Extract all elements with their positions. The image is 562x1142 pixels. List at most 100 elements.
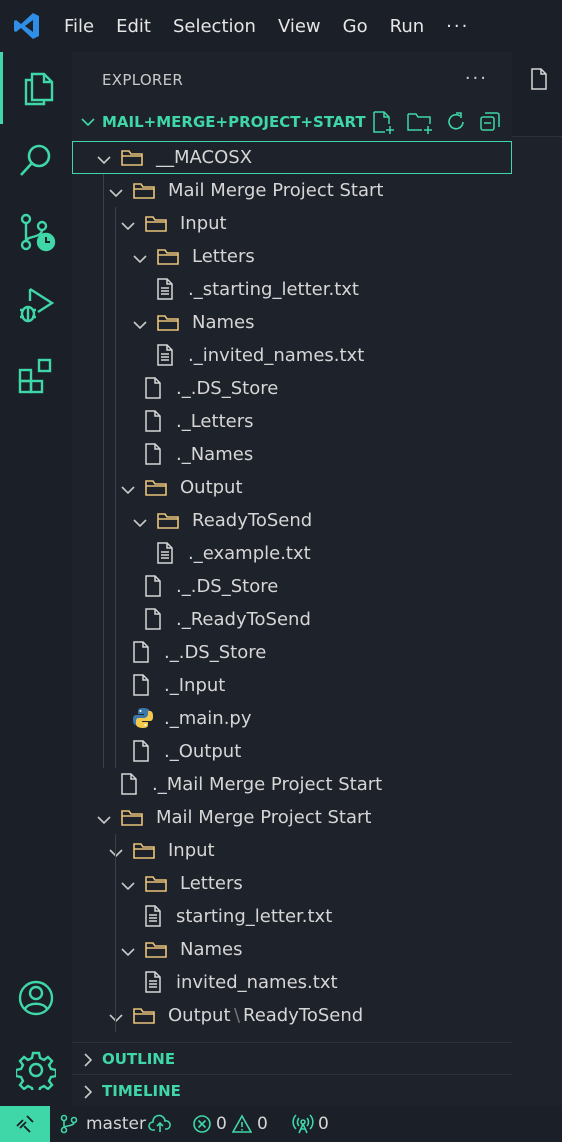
chevron-down-icon[interactable] bbox=[132, 250, 148, 271]
folder-open-icon bbox=[144, 938, 168, 965]
folder-open-icon bbox=[144, 476, 168, 503]
tree-folder-output[interactable]: Output \ ReadyToSend bbox=[72, 999, 512, 1032]
manage-button[interactable] bbox=[0, 1034, 72, 1106]
folder-open-icon bbox=[120, 146, 144, 173]
chevron-down-icon[interactable] bbox=[96, 151, 112, 172]
accounts-button[interactable] bbox=[0, 962, 72, 1034]
tree-folder-letters[interactable]: Letters bbox=[72, 867, 512, 900]
file-icon bbox=[144, 377, 162, 404]
tree-file-letters[interactable]: ._Letters bbox=[72, 405, 512, 438]
tree-file-names[interactable]: ._Names bbox=[72, 438, 512, 471]
tree-folder-input[interactable]: Input bbox=[72, 207, 512, 240]
menu-bar: File Edit Selection View Go Run ··· bbox=[64, 0, 491, 52]
chevron-down-icon[interactable] bbox=[120, 943, 136, 964]
timeline-section-title: TIMELINE bbox=[102, 1082, 181, 1100]
ports-count[interactable]: 0 bbox=[318, 1114, 329, 1134]
tree-folder-names[interactable]: Names bbox=[72, 306, 512, 339]
chevron-down-icon[interactable] bbox=[120, 877, 136, 898]
tree-folder-macosx[interactable]: __MACOSX bbox=[72, 141, 512, 174]
text-file-icon bbox=[156, 344, 174, 371]
tree-file-main-py[interactable]: ._main.py bbox=[72, 702, 512, 735]
tree-file-ds-store[interactable]: ._.DS_Store bbox=[72, 570, 512, 603]
chevron-right-icon bbox=[84, 1085, 93, 1099]
tree-item-label: Output bbox=[180, 477, 243, 498]
indent-guide bbox=[103, 174, 104, 768]
chevron-down-icon[interactable] bbox=[132, 514, 148, 535]
tree-item-label: ._Names bbox=[176, 444, 254, 465]
tree-folder-output[interactable]: Output bbox=[72, 471, 512, 504]
collapse-all-icon[interactable] bbox=[478, 110, 502, 134]
folder-open-icon bbox=[144, 872, 168, 899]
folder-open-icon bbox=[144, 212, 168, 239]
tree-folder-readytosend[interactable]: ReadyToSend bbox=[72, 504, 512, 537]
chevron-down-icon[interactable] bbox=[96, 811, 112, 832]
broadcast-icon bbox=[292, 1114, 314, 1134]
chevron-right-icon bbox=[84, 1053, 93, 1067]
run-debug-view-button[interactable] bbox=[0, 268, 72, 340]
extensions-icon bbox=[18, 358, 52, 394]
tree-folder-mail-merge-project-start[interactable]: Mail Merge Project Start bbox=[72, 801, 512, 834]
workspace-folder-header[interactable]: MAIL+MERGE+PROJECT+START bbox=[72, 108, 512, 136]
tree-file-ds-store[interactable]: ._.DS_Store bbox=[72, 636, 512, 669]
menu-more[interactable]: ··· bbox=[446, 16, 469, 37]
run-debug-icon bbox=[20, 287, 55, 323]
search-view-button[interactable] bbox=[0, 124, 72, 196]
tree-folder-letters[interactable]: Letters bbox=[72, 240, 512, 273]
indent-guide bbox=[115, 207, 116, 768]
tree-item-label: Input bbox=[168, 840, 215, 861]
tree-item-label: __MACOSX bbox=[156, 147, 253, 168]
error-icon bbox=[193, 1115, 211, 1133]
source-control-view-button[interactable] bbox=[0, 196, 72, 268]
tree-folder-names[interactable]: Names bbox=[72, 933, 512, 966]
tree-file-invited-names-txt[interactable]: invited_names.txt bbox=[72, 966, 512, 999]
outline-section-title: OUTLINE bbox=[102, 1050, 176, 1068]
tree-file-ds-store[interactable]: ._.DS_Store bbox=[72, 372, 512, 405]
file-icon bbox=[531, 68, 547, 90]
new-file-icon[interactable] bbox=[370, 110, 396, 134]
chevron-down-icon[interactable] bbox=[120, 217, 136, 238]
remote-indicator-button[interactable] bbox=[0, 1106, 50, 1142]
tree-file-readytosend[interactable]: ._ReadyToSend bbox=[72, 603, 512, 636]
tree-file-invited-names-txt[interactable]: ._invited_names.txt bbox=[72, 339, 512, 372]
warning-count[interactable]: 0 bbox=[257, 1114, 268, 1134]
python-icon bbox=[132, 707, 154, 734]
error-count[interactable]: 0 bbox=[216, 1114, 227, 1134]
tree-item-label: ReadyToSend bbox=[192, 510, 313, 531]
menu-edit[interactable]: Edit bbox=[116, 16, 151, 37]
timeline-section-header[interactable]: TIMELINE bbox=[72, 1074, 512, 1106]
explorer-view-button[interactable] bbox=[0, 52, 72, 124]
gear-icon bbox=[16, 1051, 56, 1090]
menu-file[interactable]: File bbox=[64, 16, 94, 37]
folder-open-icon bbox=[156, 509, 180, 536]
outline-section-header[interactable]: OUTLINE bbox=[72, 1042, 512, 1075]
chevron-down-icon[interactable] bbox=[108, 844, 124, 865]
explorer-more-button[interactable]: ··· bbox=[465, 68, 488, 89]
menu-selection[interactable]: Selection bbox=[173, 16, 256, 37]
tree-file-input[interactable]: ._Input bbox=[72, 669, 512, 702]
menu-go[interactable]: Go bbox=[343, 16, 368, 37]
editor-tab[interactable] bbox=[512, 52, 562, 104]
tree-folder-input[interactable]: Input bbox=[72, 834, 512, 867]
tree-item-label: ._Input bbox=[164, 675, 226, 696]
menu-run[interactable]: Run bbox=[390, 16, 425, 37]
extensions-view-button[interactable] bbox=[0, 340, 72, 412]
chevron-down-icon[interactable] bbox=[132, 316, 148, 337]
tree-file-mail-merge-project-start[interactable]: ._Mail Merge Project Start bbox=[72, 768, 512, 801]
tree-file-starting-letter-txt[interactable]: ._starting_letter.txt bbox=[72, 273, 512, 306]
tree-folder-mail-merge-project-start[interactable]: Mail Merge Project Start bbox=[72, 174, 512, 207]
new-folder-icon[interactable] bbox=[406, 110, 434, 134]
refresh-icon[interactable] bbox=[444, 110, 468, 134]
cloud-upload-icon[interactable] bbox=[148, 1114, 172, 1134]
chevron-down-icon[interactable] bbox=[108, 1009, 124, 1030]
menu-view[interactable]: View bbox=[278, 16, 321, 37]
folder-open-icon bbox=[120, 806, 144, 833]
tree-file-starting-letter-txt[interactable]: starting_letter.txt bbox=[72, 900, 512, 933]
tree-item-label-compact: ReadyToSend bbox=[243, 1005, 364, 1026]
chevron-down-icon[interactable] bbox=[120, 481, 136, 502]
tree-file-example-txt[interactable]: ._example.txt bbox=[72, 537, 512, 570]
chevron-down-icon[interactable] bbox=[108, 184, 124, 205]
folder-open-icon bbox=[132, 1004, 156, 1031]
branch-name[interactable]: master bbox=[86, 1114, 146, 1134]
tree-file-output[interactable]: ._Output bbox=[72, 735, 512, 768]
editor-breadcrumb bbox=[512, 104, 562, 137]
